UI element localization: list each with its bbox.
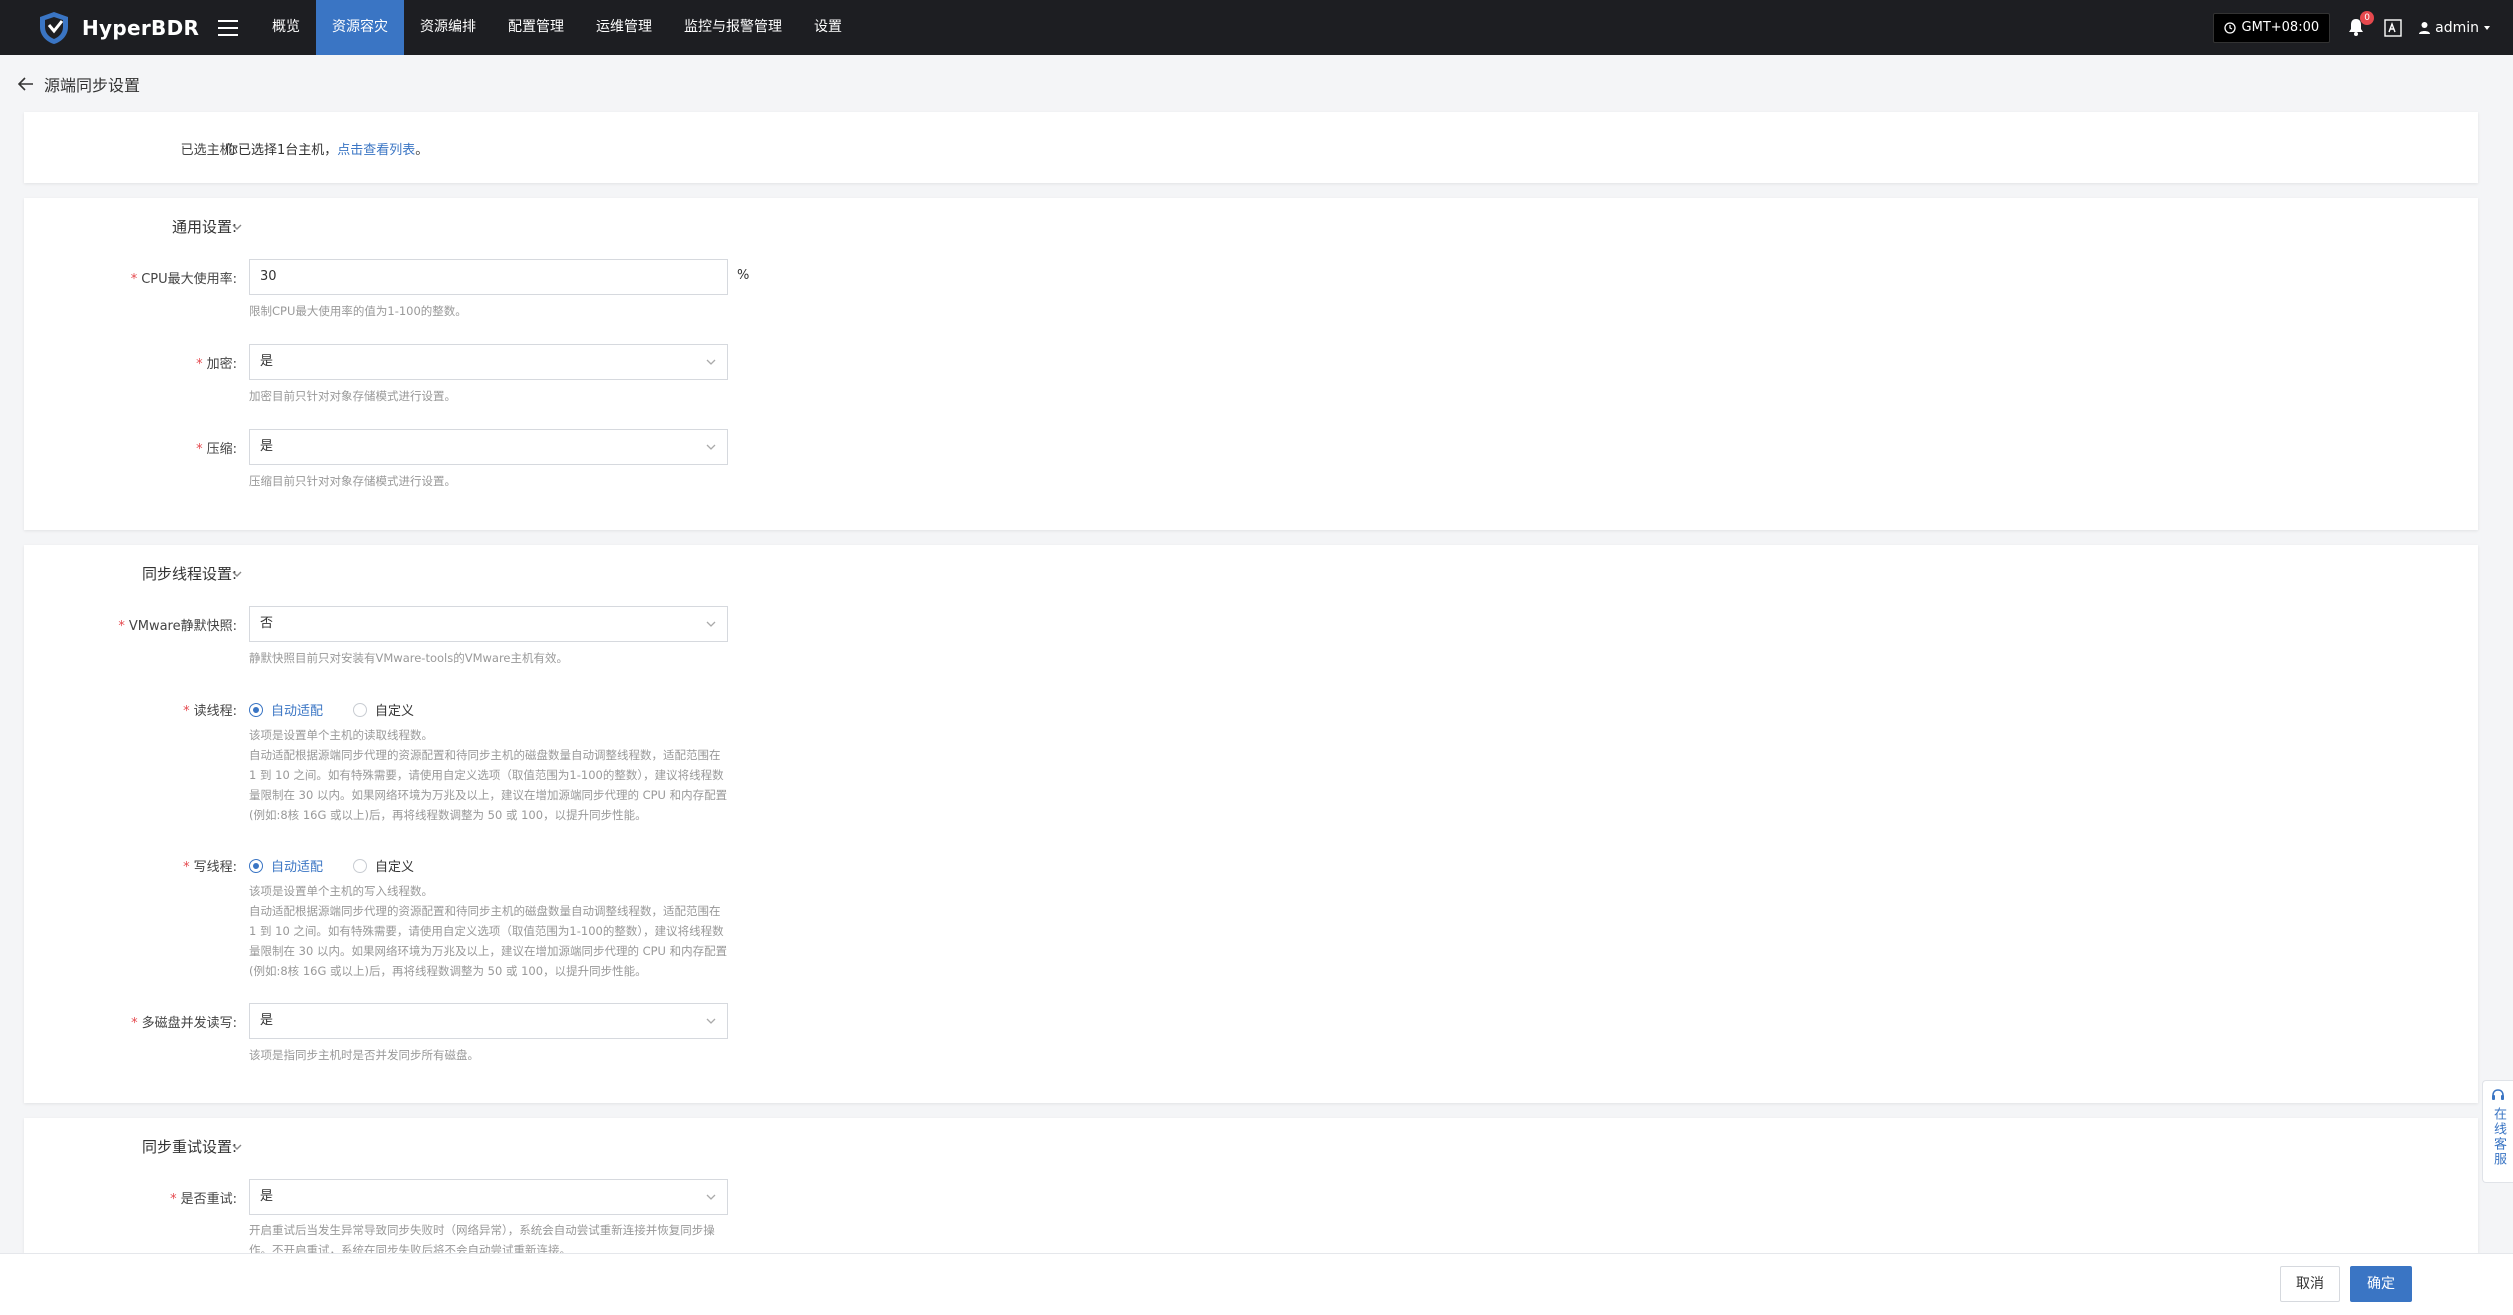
compress-hint: 压缩目前只针对对象存储模式进行设置。 [249,474,456,488]
headset-icon [2492,1089,2504,1100]
selected-hosts-tail: 。 [415,143,429,158]
selected-hosts-text: 你已选择1台主机，点击查看列表。 [225,139,428,158]
cpu-unit: % [737,268,750,283]
thread-settings-card: 同步线程设置: * VMware静默快照: 否 静默快照目前只对安装有VMware… [24,545,2478,1103]
selected-hosts-card: 已选主机: 你已选择1台主机，点击查看列表。 [24,112,2478,183]
main-nav: 概览 资源容灾 资源编排 配置管理 运维管理 监控与报警管理 设置 [256,0,858,55]
footer-action-bar: 取消 确定 [0,1253,2513,1315]
cpu-usage-input[interactable]: 30 [249,259,728,295]
write-auto-label[interactable]: 自动适配 [271,856,323,875]
chevron-down-icon [706,1018,716,1024]
timezone-selector[interactable]: GMT+08:00 [2212,12,2331,43]
cpu-label: * CPU最大使用率: [130,272,237,287]
top-right-tools: GMT+08:00 0 admin [2212,10,2513,43]
thread-settings-title: 同步线程设置: [141,565,237,583]
write-custom-label[interactable]: 自定义 [375,856,414,875]
encrypt-hint: 加密目前只针对对象存储模式进行设置。 [249,389,456,403]
read-custom-radio[interactable] [353,702,368,717]
top-bar: HyperBDR 概览 资源容灾 资源编排 配置管理 运维管理 监控与报警管理 … [0,0,2513,55]
view-host-list-link[interactable]: 点击查看列表 [337,143,415,158]
nav-resource-dr[interactable]: 资源容灾 [316,0,404,55]
selected-hosts-label: 已选主机: [180,143,237,158]
brand[interactable]: HyperBDR [0,10,210,46]
write-auto-radio[interactable] [249,858,263,873]
multidisk-hint: 该项是指同步主机时是否并发同步所有磁盘。 [249,1048,479,1062]
chevron-down-icon [706,621,716,627]
collapse-chevron-icon[interactable] [230,567,244,581]
cpu-hint: 限制CPU最大使用率的值为1-100的整数。 [249,304,467,318]
retry-enable-label: * 是否重试: [170,1192,237,1207]
read-custom-label[interactable]: 自定义 [375,700,414,719]
collapse-chevron-icon[interactable] [230,1140,244,1154]
read-threads-hint: 该项是设置单个主机的读取线程数。 自动适配根据源端同步代理的资源配置和待同步主机… [249,725,729,825]
back-arrow-icon[interactable] [18,77,34,91]
chevron-down-icon [706,444,716,450]
confirm-button[interactable]: 确定 [2350,1266,2412,1302]
multidisk-value: 是 [260,1013,274,1028]
user-icon [2419,22,2431,34]
nav-orchestration[interactable]: 资源编排 [404,0,492,55]
vmware-snapshot-label: * VMware静默快照: [118,619,237,634]
write-threads-label: * 写线程: [183,860,237,875]
notification-badge: 0 [2360,10,2375,25]
chevron-down-icon [706,359,716,365]
general-settings-title: 通用设置: [171,218,237,236]
write-custom-radio[interactable] [353,858,368,873]
write-threads-hint: 该项是设置单个主机的写入线程数。 自动适配根据源端同步代理的资源配置和待同步主机… [249,881,729,981]
vmware-snapshot-hint: 静默快照目前只对安装有VMware-tools的VMware主机有效。 [249,651,568,665]
online-service-label: 在线客服 [2491,1107,2506,1167]
retry-enable-select[interactable]: 是 [249,1179,728,1215]
page-title: 源端同步设置 [44,76,141,95]
compress-label: * 压缩: [196,442,237,457]
clock-icon [2223,21,2236,34]
read-auto-radio[interactable] [249,702,263,717]
multidisk-select[interactable]: 是 [249,1003,728,1039]
nav-ops[interactable]: 运维管理 [580,0,668,55]
retry-enable-hint: 开启重试后当发生异常导致同步失败时（网络异常），系统会自动尝试重新连接并恢复同步… [249,1223,715,1253]
menu-toggle-icon[interactable] [218,19,238,36]
read-auto-label[interactable]: 自动适配 [271,700,323,719]
caret-down-icon [2484,25,2490,30]
retry-enable-value: 是 [260,1189,274,1204]
online-service-tab[interactable]: 在线客服 [2482,1080,2513,1183]
write-threads-radio-group: 自动适配 自定义 [249,856,414,875]
user-menu[interactable]: admin [2418,20,2491,36]
timezone-text: GMT+08:00 [2241,20,2320,35]
nav-config[interactable]: 配置管理 [492,0,580,55]
vmware-snapshot-value: 否 [260,616,274,631]
chevron-down-icon [706,1194,716,1200]
username: admin [2435,19,2479,36]
page-header: 源端同步设置 [18,72,140,96]
encrypt-select[interactable]: 是 [249,344,728,380]
collapse-chevron-icon[interactable] [230,220,244,234]
notification-button[interactable]: 0 [2346,10,2375,39]
brand-name: HyperBDR [82,15,200,40]
cancel-button[interactable]: 取消 [2280,1266,2340,1302]
read-threads-hint-1: 该项是设置单个主机的读取线程数。 [249,728,433,742]
multidisk-label: * 多磁盘并发读写: [131,1016,237,1031]
read-threads-label: * 读线程: [183,704,237,719]
write-threads-hint-1: 该项是设置单个主机的写入线程数。 [249,884,433,898]
write-threads-hint-2: 自动适配根据源端同步代理的资源配置和待同步主机的磁盘数量自动调整线程数，适配范围… [249,904,728,978]
read-threads-hint-2: 自动适配根据源端同步代理的资源配置和待同步主机的磁盘数量自动调整线程数，适配范围… [249,748,728,822]
vmware-snapshot-select[interactable]: 否 [249,606,728,642]
nav-overview[interactable]: 概览 [256,0,316,55]
encrypt-value: 是 [260,354,274,369]
nav-settings[interactable]: 设置 [798,0,858,55]
compress-value: 是 [260,439,274,454]
retry-settings-title: 同步重试设置: [141,1138,237,1156]
selected-hosts-count: 你已选择1台主机， [225,143,338,158]
nav-monitoring[interactable]: 监控与报警管理 [668,0,798,55]
general-settings-card: 通用设置: * CPU最大使用率: 30 % 限制CPU最大使用率的值为1-100… [24,198,2478,530]
shield-logo-icon [40,11,68,44]
retry-settings-card: 同步重试设置: * 是否重试: 是 开启重试后当发生异常导致同步失败时（网络异常）… [24,1118,2478,1253]
encrypt-label: * 加密: [196,357,237,372]
read-threads-radio-group: 自动适配 自定义 [249,700,414,719]
translate-icon[interactable] [2384,18,2402,37]
compress-select[interactable]: 是 [249,429,728,465]
